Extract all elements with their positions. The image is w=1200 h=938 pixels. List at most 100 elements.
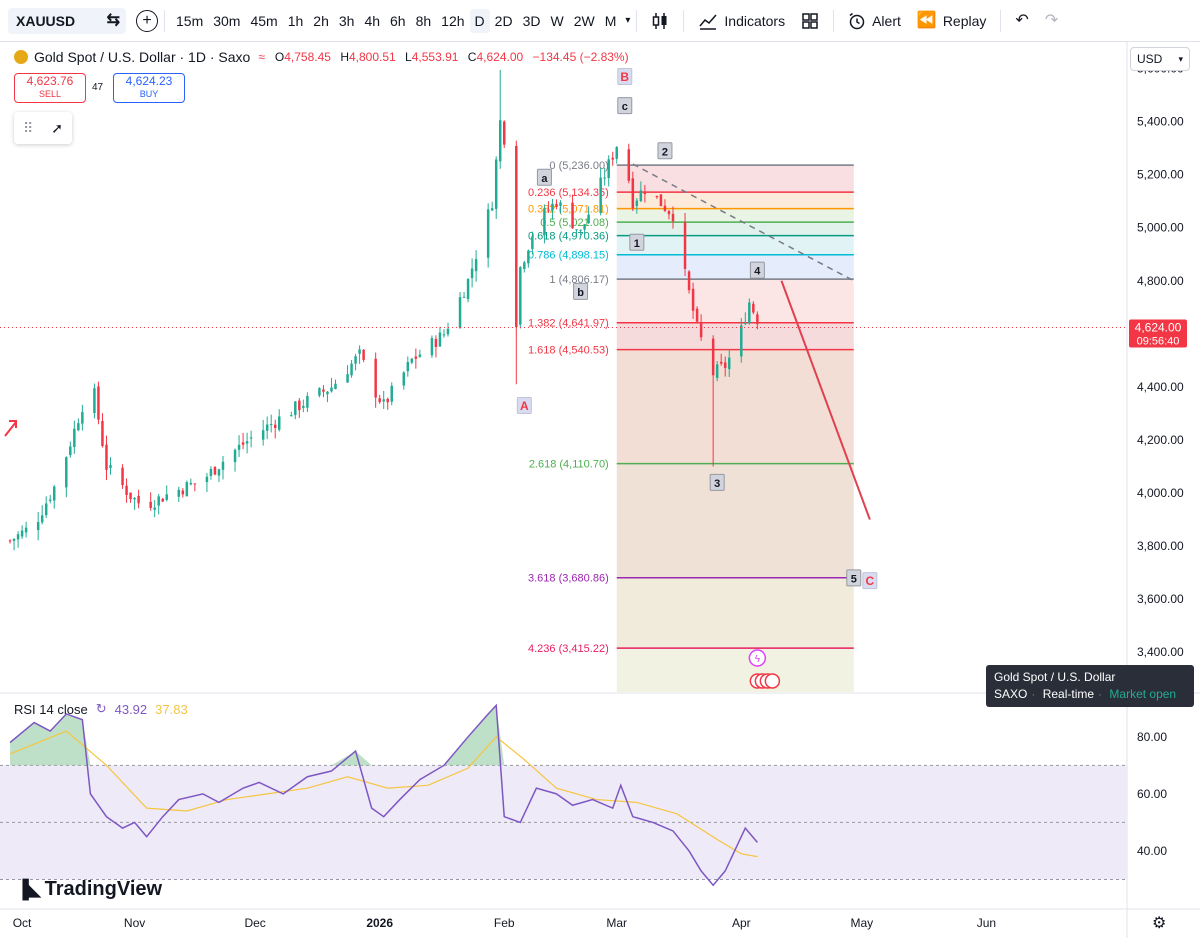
candle-body — [486, 209, 490, 258]
fib-zone — [616, 192, 854, 209]
price-tick-label: 5,000.00 — [1137, 221, 1184, 235]
open-value: 4,758.45 — [284, 50, 331, 64]
candle-body — [643, 192, 647, 194]
fib-level-label: 0.618 (4,970.36) — [528, 231, 609, 243]
price-tick-label: 4,000.00 — [1137, 486, 1184, 500]
fib-level-label: 0.5 (5,021.08) — [540, 217, 609, 229]
candle-body — [16, 534, 20, 540]
candle-body — [73, 428, 76, 447]
candle-body — [386, 398, 389, 403]
candle-body — [149, 501, 152, 508]
candle-body — [326, 391, 329, 395]
price-tick-label: 3,400.00 — [1137, 645, 1184, 659]
sell-button[interactable]: 4,623.76 SELL — [14, 73, 86, 103]
candle-body — [502, 121, 506, 145]
economic-event-icon[interactable] — [764, 673, 781, 689]
wave-label: B — [620, 70, 629, 84]
candle-body — [334, 383, 337, 390]
candle-body — [442, 334, 446, 336]
candle-body — [40, 515, 44, 523]
candle-body — [237, 444, 241, 450]
candle-body — [97, 386, 100, 420]
candle-body — [615, 147, 618, 159]
candle-body — [551, 203, 554, 211]
candle-body — [20, 530, 24, 537]
candle-body — [494, 159, 498, 209]
candle-body — [249, 437, 253, 439]
candle-body — [659, 194, 663, 207]
candle-body — [655, 195, 659, 198]
compare-icon[interactable]: ≈ — [258, 50, 265, 64]
tooltip-source: SAXO — [994, 687, 1028, 701]
rsi-tick-label: 60.00 — [1137, 787, 1167, 801]
candle-body — [555, 203, 558, 207]
candle-body — [531, 236, 534, 249]
rsi-label[interactable]: RSI 14 close — [14, 702, 88, 717]
fib-level-label: 4.236 (3,415.22) — [528, 643, 609, 655]
drag-handle-icon[interactable]: ⠿ — [23, 120, 33, 137]
fib-zone — [616, 222, 854, 236]
price-tick-label: 3,800.00 — [1137, 539, 1184, 553]
refresh-icon[interactable]: ↻ — [96, 701, 107, 717]
candle-body — [470, 268, 474, 279]
candle-body — [607, 159, 610, 179]
candle-body — [498, 120, 502, 162]
buy-price: 4,624.23 — [125, 74, 173, 88]
candle-body — [261, 430, 265, 440]
candle-body — [603, 177, 606, 179]
candle-body — [378, 398, 381, 403]
fib-zone — [616, 165, 854, 193]
wave-label: 3 — [714, 478, 720, 490]
chart-canvas[interactable]: 0 (5,236.00) 0.236 (5,134.35) 0.382 (5,071… — [0, 0, 1200, 938]
candle-body — [358, 349, 361, 354]
candle-body — [36, 522, 40, 531]
candle-body — [466, 279, 470, 300]
tooltip-mode: Real-time — [1042, 687, 1095, 701]
candle-body — [430, 338, 434, 356]
rsi-ma-value: 37.83 — [155, 701, 188, 717]
candle-body — [129, 492, 132, 500]
lightning-icon: ϟ — [755, 654, 761, 665]
candle-body — [418, 354, 422, 357]
rsi-value: 43.92 — [114, 701, 148, 717]
candle-body — [438, 332, 442, 347]
fib-zone — [616, 463, 854, 578]
time-tick-label: Apr — [732, 916, 751, 930]
candle-body — [695, 308, 699, 322]
candle-body — [667, 210, 671, 215]
fib-level-label: 0.236 (5,134.35) — [528, 187, 609, 199]
candle-body — [362, 349, 365, 360]
tradingview-mark-icon: ▐◣ — [16, 879, 41, 899]
symbol-title[interactable]: Gold Spot / U.S. Dollar · 1D · Saxo — [34, 49, 250, 65]
candle-body — [663, 205, 667, 211]
candle-body — [756, 314, 759, 325]
candle-body — [137, 495, 140, 504]
time-tick-label: Mar — [606, 916, 627, 930]
candle-body — [241, 442, 245, 445]
candle-body — [543, 208, 546, 236]
fib-zone — [616, 648, 854, 692]
tradingview-logo[interactable]: ▐◣ TradingView — [16, 878, 162, 901]
fib-level-label: 1.618 (4,540.53) — [528, 345, 609, 357]
candle-body — [390, 385, 393, 402]
candle-body — [715, 364, 719, 378]
candle-body — [213, 466, 217, 475]
candle-body — [740, 325, 743, 357]
fib-level-label: 2.618 (4,110.70) — [529, 459, 609, 471]
candle-body — [69, 446, 72, 456]
candle-body — [587, 214, 590, 224]
cursor-icon[interactable]: ➚ — [51, 120, 63, 137]
candle-body — [744, 322, 747, 324]
buy-button[interactable]: 4,624.23 BUY — [113, 73, 185, 103]
candle-body — [161, 498, 164, 502]
wave-label: c — [622, 101, 628, 113]
currency-select[interactable]: USD ▾ — [1130, 47, 1190, 71]
tooltip-status: Market open — [1109, 687, 1177, 701]
gear-icon[interactable]: ⚙ — [1152, 913, 1166, 933]
wave-label: C — [866, 574, 875, 588]
candle-body — [233, 449, 237, 463]
candle-body — [93, 388, 96, 413]
candle-body — [414, 356, 418, 359]
candle-body — [402, 372, 406, 386]
buy-label: BUY — [139, 89, 159, 99]
